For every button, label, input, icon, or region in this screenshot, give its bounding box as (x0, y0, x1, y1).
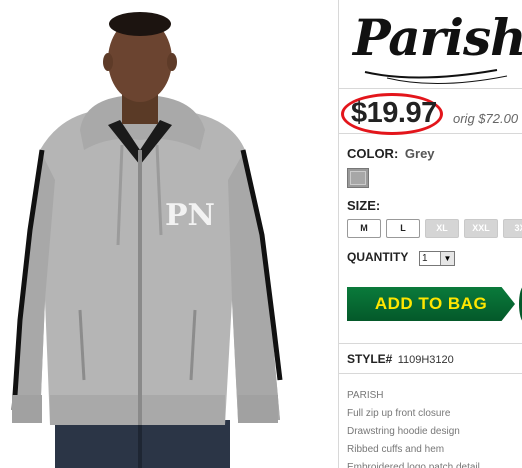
svg-text:PN: PN (165, 198, 215, 233)
price-row: $19.97 orig $72.00 (339, 88, 522, 135)
product-details-panel: Parish $19.97 orig $72.00 COLOR: Grey SI… (338, 0, 522, 468)
quantity-label: QUANTITY (347, 250, 409, 264)
size-option-xl: XL (425, 219, 459, 238)
style-value: 1109H3120 (397, 354, 454, 366)
triangle-down-icon[interactable]: ▼ (440, 252, 454, 265)
description-line: Full zip up front closure (347, 408, 451, 419)
description-line: Ribbed cuffs and hem (347, 444, 445, 455)
product-description: PARISH Full zip up front closure Drawstr… (347, 387, 522, 468)
style-number-row: STYLE# 1109H3120 (339, 343, 522, 374)
style-label: STYLE# (347, 352, 393, 366)
color-swatch-fill (350, 171, 366, 185)
add-to-bag-button[interactable]: ADD TO BAG (347, 287, 515, 321)
size-options: M L XL XXL 3X (347, 219, 522, 239)
quantity-select[interactable]: 1 ▼ (419, 251, 455, 266)
quantity-value: 1 (422, 253, 428, 264)
size-option-m[interactable]: M (347, 219, 381, 238)
original-price: orig $72.00 (453, 111, 519, 126)
model-wearing-hoodie-image: PN (11, 12, 283, 468)
size-option-xxl: XXL (464, 219, 498, 238)
sale-price: $19.97 (351, 97, 437, 129)
description-line: PARISH (347, 390, 384, 401)
size-label: SIZE: (347, 198, 381, 213)
size-option-3x: 3X (503, 219, 522, 238)
product-photo: PN (0, 0, 338, 468)
color-label: COLOR: (347, 146, 399, 161)
color-row: COLOR: Grey (347, 146, 435, 161)
description-line: Drawstring hoodie design (347, 426, 460, 437)
size-option-l[interactable]: L (386, 219, 420, 238)
color-value: Grey (404, 146, 435, 161)
logo-flourish-icon (364, 69, 508, 84)
description-line: Embroidered logo patch detail (347, 462, 480, 468)
brand-logo[interactable]: Parish (347, 4, 522, 86)
color-swatch-grey[interactable] (347, 168, 369, 188)
